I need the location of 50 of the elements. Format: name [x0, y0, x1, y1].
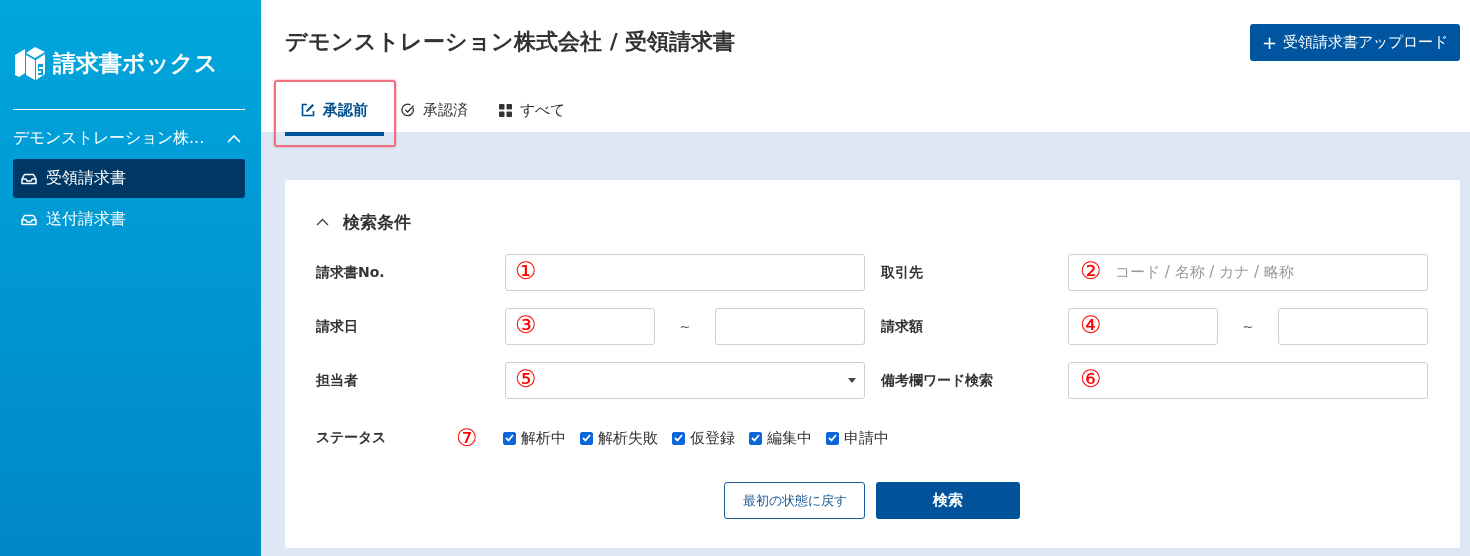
input-field[interactable]: [505, 254, 865, 291]
tab[interactable]: 承認済: [396, 88, 482, 136]
search-button[interactable]: 検索: [876, 482, 1020, 519]
dropdown-caret-icon: [848, 378, 856, 383]
status-checkbox[interactable]: 申請中: [826, 428, 889, 448]
tab[interactable]: 承認前: [285, 88, 384, 136]
checkbox[interactable]: [749, 431, 762, 445]
grid-icon: [499, 103, 512, 117]
field-label: 取引先: [881, 263, 924, 282]
status-checkbox[interactable]: 仮登録: [672, 428, 735, 448]
tab[interactable]: すべて: [494, 88, 579, 136]
status-checkbox[interactable]: 解析失敗: [580, 428, 658, 448]
inbox-tray-icon: [21, 172, 37, 185]
check-circle-icon: [401, 103, 415, 117]
range-separator: ~: [1242, 319, 1254, 334]
edit-icon: [301, 103, 315, 117]
range-separator: ~: [679, 319, 691, 334]
field-label: 請求日: [316, 317, 359, 336]
search-conditions-toggle[interactable]: 検索条件: [316, 208, 1428, 236]
annotation-marker: ④: [1080, 310, 1102, 340]
status-checkbox[interactable]: 解析中: [503, 428, 566, 448]
field-label: 請求額: [881, 317, 924, 336]
input-field[interactable]: [1068, 362, 1428, 399]
checkbox[interactable]: [826, 431, 839, 445]
annotation-marker: ②: [1080, 256, 1102, 286]
input-field[interactable]: [1068, 308, 1218, 345]
box-logo-icon: [13, 45, 47, 81]
select-field[interactable]: [505, 362, 865, 399]
annotation-marker: ⑥: [1080, 364, 1102, 394]
input-field[interactable]: [715, 308, 865, 345]
field-label: 担当者: [316, 371, 359, 390]
status-checkbox[interactable]: 編集中: [749, 428, 812, 448]
reset-button[interactable]: 最初の状態に戻す: [724, 482, 865, 519]
inbox-tray-icon: [21, 213, 37, 226]
input-field[interactable]: [505, 308, 655, 345]
annotation-marker: ⑦: [456, 423, 479, 453]
app-logo-text: 請求書ボックス: [53, 48, 218, 78]
field-label: 備考欄ワード検索: [881, 371, 994, 390]
page-title: デモンストレーション株式会社 / 受領請求書: [285, 28, 736, 56]
checkbox[interactable]: [503, 431, 516, 445]
upload-button[interactable]: + 受領請求書アップロード: [1249, 23, 1460, 61]
annotation-marker: ①: [515, 256, 537, 286]
field-label: 請求書No.: [316, 263, 386, 282]
checkbox[interactable]: [580, 431, 593, 445]
checkbox[interactable]: [672, 431, 685, 445]
input-field[interactable]: [1278, 308, 1428, 345]
field-label: ステータス: [316, 429, 387, 447]
annotation-marker: ⑤: [515, 364, 537, 394]
annotation-marker: ③: [515, 310, 537, 340]
sidebar-item[interactable]: 受領請求書: [13, 159, 245, 198]
